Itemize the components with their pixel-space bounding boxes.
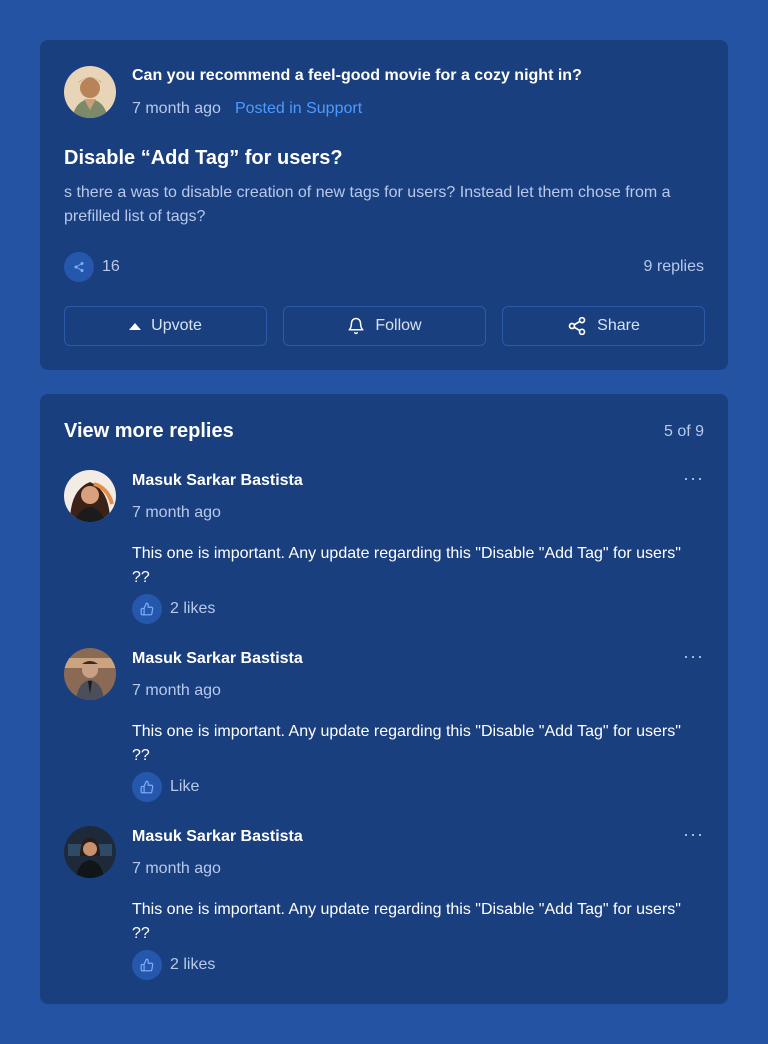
post-body: s there a was to disable creation of new… [64,184,671,225]
reply-like-count: 2 likes [170,600,216,617]
replies-pager: 5 of 9 [663,423,704,440]
reply-item: Masuk Sarkar Bastista 7 month ago ··· Th… [40,824,728,996]
more-options-icon[interactable]: ··· [683,646,704,667]
reply-avatar[interactable] [64,826,116,878]
more-options-icon[interactable]: ··· [683,824,704,845]
reply-like-label: Like [170,778,200,795]
reply-author[interactable]: Masuk Sarkar Bastista [132,472,303,490]
thumbs-up-icon[interactable] [132,950,162,980]
post-question[interactable]: Can you recommend a feel-good movie for … [132,67,582,85]
reply-item: Masuk Sarkar Bastista 7 month ago ··· Th… [40,646,728,818]
upvote-button[interactable]: Upvote [64,306,267,346]
share-icon [568,316,586,336]
post-title: Disable “Add Tag” for users? [64,147,343,169]
post-actions: Upvote Follow Share [64,306,705,346]
reply-item: Masuk Sarkar Bastista 7 month ago ··· Th… [40,468,728,640]
share-count[interactable]: 16 [64,252,120,282]
more-options-icon[interactable]: ··· [683,468,704,489]
reply-author[interactable]: Masuk Sarkar Bastista [132,650,303,668]
reply-avatar[interactable] [64,470,116,522]
post-category-link[interactable]: Posted in Support [235,100,362,117]
post-time: 7 month ago [132,100,221,117]
author-avatar[interactable] [64,66,116,118]
upvote-label: Upvote [151,317,202,334]
reply-like[interactable]: 2 likes [132,950,215,980]
reply-time: 7 month ago [132,860,221,877]
follow-label: Follow [375,317,422,334]
post-card: Can you recommend a feel-good movie for … [40,40,728,370]
reply-avatar[interactable] [64,648,116,700]
thumbs-up-icon[interactable] [132,594,162,624]
reply-text: This one is important. Any update regard… [132,545,681,586]
caret-up-icon [129,323,142,330]
replies-title[interactable]: View more replies [64,420,234,443]
bell-icon [348,317,364,335]
share-icon[interactable] [64,252,94,282]
thumbs-up-icon[interactable] [132,772,162,802]
replies-count[interactable]: 9 replies [644,258,704,276]
replies-card: View more replies 5 of 9 Masuk Sarkar Ba… [40,394,728,1004]
reply-like[interactable]: Like [132,772,199,802]
share-button[interactable]: Share [502,306,705,346]
reply-like-count: 2 likes [170,956,216,973]
reply-author[interactable]: Masuk Sarkar Bastista [132,828,303,846]
reply-text: This one is important. Any update regard… [132,901,681,942]
share-count-value: 16 [102,258,120,275]
reply-text: This one is important. Any update regard… [132,723,681,764]
share-label: Share [597,317,640,334]
post-meta: 7 month ago Posted in Support [132,100,362,118]
reply-like[interactable]: 2 likes [132,594,215,624]
reply-time: 7 month ago [132,682,221,699]
follow-button[interactable]: Follow [283,306,486,346]
reply-time: 7 month ago [132,504,221,521]
